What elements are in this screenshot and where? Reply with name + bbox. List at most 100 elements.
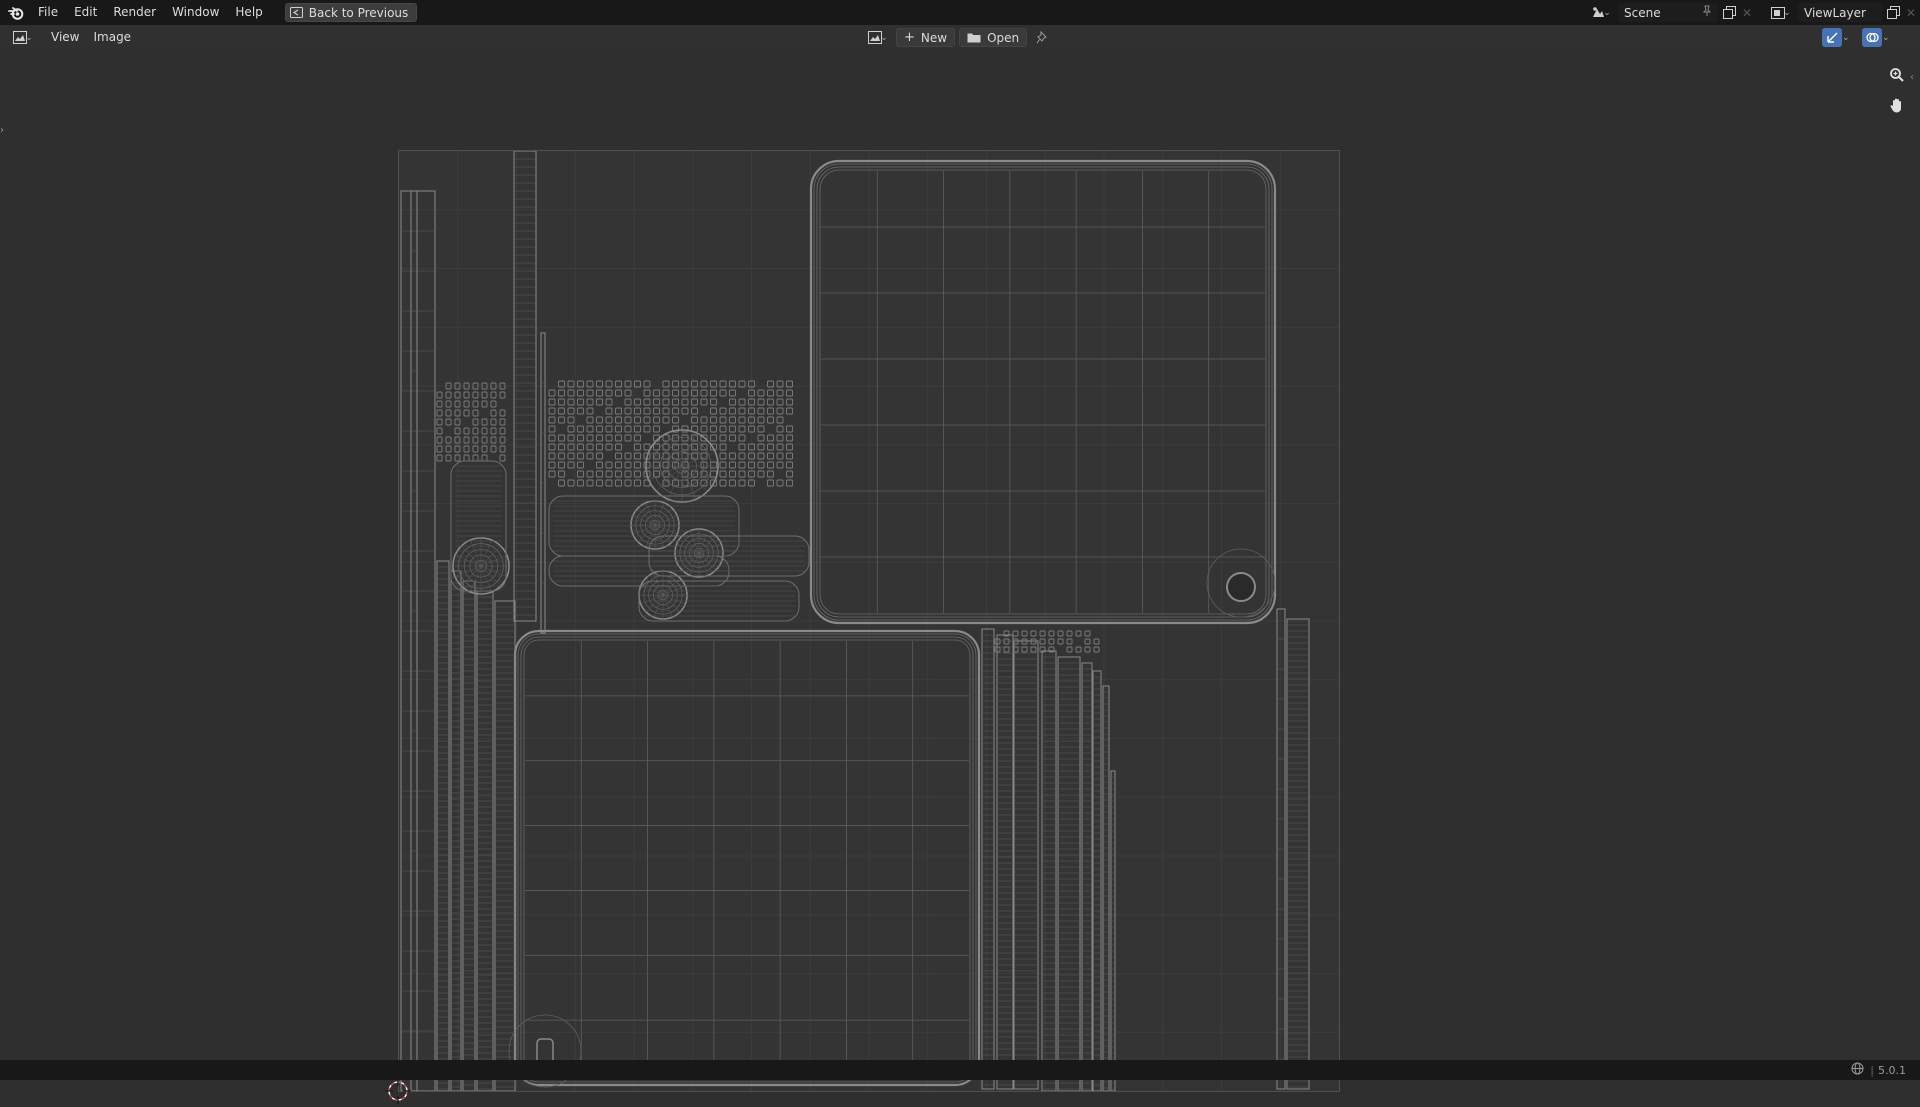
uv-small-island <box>624 416 632 424</box>
uv-small-island <box>548 389 556 397</box>
uv-small-island <box>445 445 452 453</box>
uv-small-island <box>1084 638 1091 645</box>
uv-small-island <box>596 470 603 478</box>
uv-small-island <box>681 398 689 406</box>
pin-icon[interactable] <box>1702 5 1712 20</box>
uv-strip <box>981 628 995 1090</box>
uv-small-island <box>1039 630 1046 637</box>
uv-small-island <box>445 400 452 408</box>
new-image-button[interactable]: + New <box>896 28 956 47</box>
uv-small-island <box>776 389 784 397</box>
uv-small-island <box>767 407 774 415</box>
uv-small-island <box>490 391 497 399</box>
uv-island-edge-loop <box>517 633 977 1083</box>
uv-small-island <box>596 461 603 469</box>
uv-small-island <box>729 398 736 406</box>
delete-view-layer-button[interactable]: ✕ <box>1904 3 1918 22</box>
uv-small-island <box>738 452 746 460</box>
screen-back-icon <box>289 7 303 18</box>
uv-small-island <box>499 436 506 444</box>
uv-small-island <box>767 479 774 487</box>
uv-small-island <box>757 461 765 469</box>
uv-island-edge-loop <box>819 169 1267 615</box>
uv-circular-island-edge <box>656 465 683 492</box>
uv-small-island <box>634 425 641 433</box>
uv-small-island <box>653 389 660 397</box>
menu-view[interactable]: View <box>44 25 86 50</box>
uv-small-island <box>567 389 575 397</box>
uv-small-island <box>681 479 689 487</box>
gizmo-toggle-button[interactable] <box>1822 28 1842 47</box>
menu-image[interactable]: Image <box>86 25 138 50</box>
hand-icon[interactable] <box>1884 92 1910 118</box>
uv-small-island <box>481 436 488 444</box>
uv-viewport[interactable]: › ‹ <box>0 50 1920 1104</box>
editor-type-button[interactable]: ⌄ <box>8 28 38 47</box>
open-image-button[interactable]: Open <box>959 28 1028 47</box>
uv-small-island <box>624 452 632 460</box>
uv-small-island <box>719 479 727 487</box>
menu-help[interactable]: Help <box>227 0 270 25</box>
uv-small-island <box>472 427 479 435</box>
scene-name-field[interactable]: Scene <box>1618 3 1718 22</box>
uv-small-island <box>1057 638 1064 645</box>
uv-small-island <box>653 461 660 469</box>
status-divider: | <box>1870 1063 1874 1077</box>
chevron-down-icon[interactable]: ⌄ <box>1842 33 1854 43</box>
2d-cursor-icon[interactable] <box>385 1078 411 1107</box>
uv-small-island <box>558 389 565 397</box>
uv-small-island <box>700 389 708 397</box>
uv-small-island <box>472 445 479 453</box>
uv-small-island <box>757 470 765 478</box>
menu-window[interactable]: Window <box>164 0 227 25</box>
zoom-icon[interactable] <box>1884 62 1910 88</box>
uv-small-island <box>643 398 651 406</box>
uv-small-island <box>481 418 488 426</box>
back-to-previous-button[interactable]: Back to Previous <box>284 3 418 22</box>
scene-selector-button[interactable]: ⌄ <box>1586 3 1616 22</box>
view-layer-selector-button[interactable]: ⌄ <box>1766 3 1796 22</box>
folder-icon <box>967 33 981 43</box>
menu-render[interactable]: Render <box>105 0 164 25</box>
uv-small-island <box>577 470 584 478</box>
view-layer-name-field[interactable]: ViewLayer <box>1798 3 1882 22</box>
uv-small-island <box>445 454 452 462</box>
uv-small-island <box>624 479 632 487</box>
uv-small-island <box>681 407 689 415</box>
uv-small-island <box>776 452 784 460</box>
uv-small-island <box>1048 638 1055 645</box>
uv-small-island <box>436 445 443 453</box>
uv-small-island <box>624 461 632 469</box>
sidebar-collapse-icon[interactable]: ‹ <box>1910 72 1914 83</box>
uv-small-island <box>738 407 746 415</box>
chevron-down-icon[interactable]: ⌄ <box>1882 33 1894 43</box>
chevron-down-icon: ⌄ <box>1603 7 1611 18</box>
sidebar-expand-icon[interactable]: › <box>0 122 10 140</box>
uv-canvas[interactable] <box>398 150 1340 1092</box>
uv-small-island <box>1093 638 1100 645</box>
uv-small-island <box>729 434 736 442</box>
uv-small-island <box>445 391 452 399</box>
uv-small-island <box>776 479 784 487</box>
new-view-layer-button[interactable] <box>1882 3 1904 22</box>
uv-small-island <box>1030 646 1037 653</box>
browse-image-button[interactable]: ⌄ <box>864 28 892 47</box>
uv-small-island <box>643 416 651 424</box>
delete-scene-button[interactable]: ✕ <box>1740 3 1754 22</box>
new-scene-button[interactable] <box>1718 3 1740 22</box>
uv-small-island <box>472 454 479 462</box>
blender-logo-icon[interactable] <box>4 0 28 25</box>
gizmo-icon <box>1826 32 1837 43</box>
uv-small-island <box>463 400 470 408</box>
uv-small-island <box>700 461 708 469</box>
uv-small-island <box>436 409 443 417</box>
menu-file[interactable]: File <box>30 0 66 25</box>
uv-small-island <box>445 418 452 426</box>
uv-small-island <box>729 461 736 469</box>
uv-small-island <box>490 409 497 417</box>
uv-island-edge-loop <box>523 639 971 1077</box>
overlays-toggle-button[interactable] <box>1862 28 1882 47</box>
menu-edit[interactable]: Edit <box>66 0 105 25</box>
pin-image-button[interactable] <box>1031 28 1053 47</box>
uv-small-island <box>634 461 641 469</box>
